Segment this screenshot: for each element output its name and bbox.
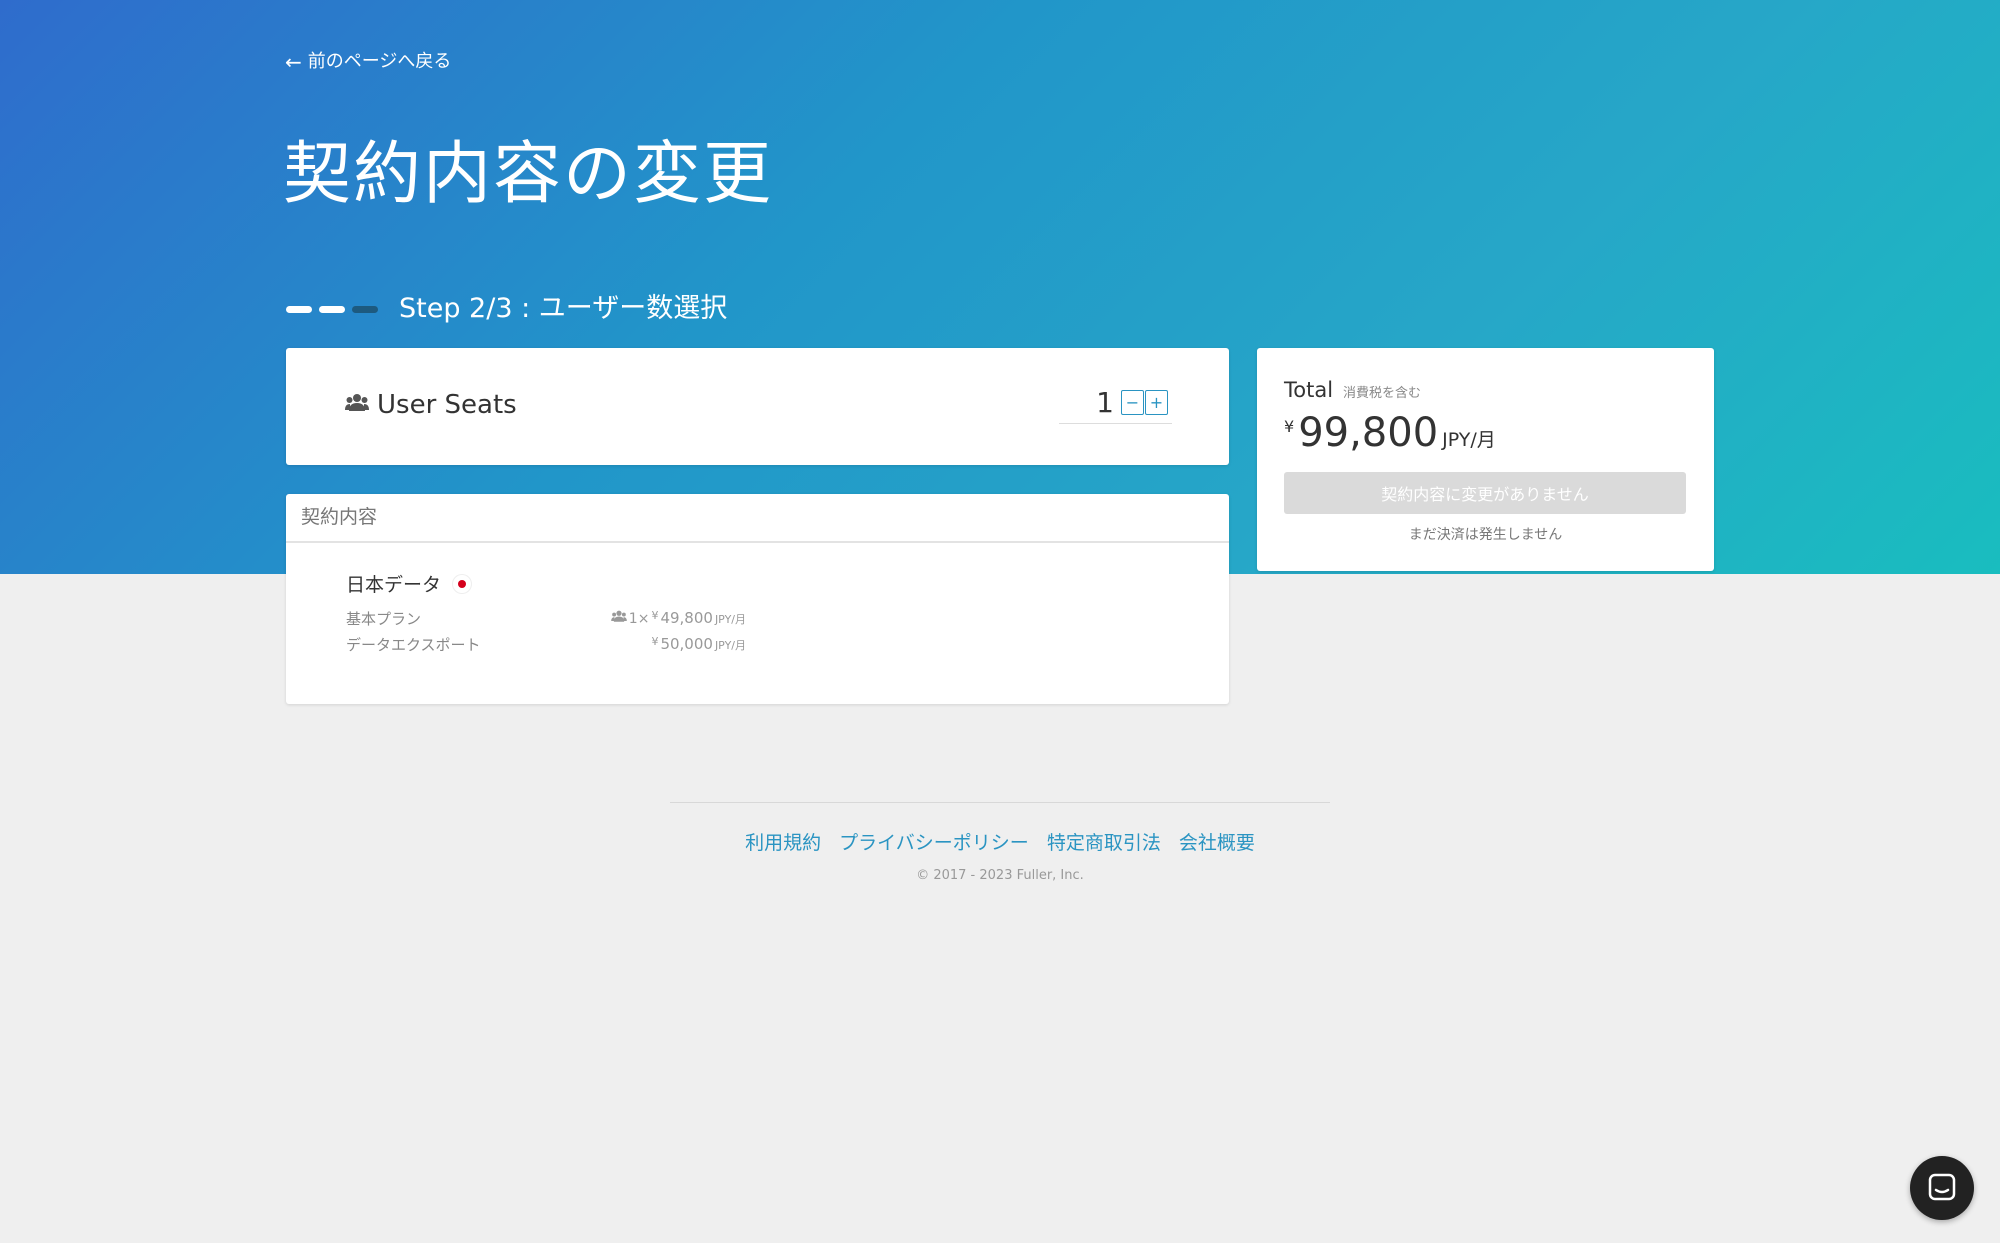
contract-header: 契約内容 xyxy=(286,494,1229,543)
increase-seats-button[interactable]: + xyxy=(1145,390,1168,415)
users-icon xyxy=(610,609,627,627)
line-item-count: 1× xyxy=(628,611,650,627)
step-dash-2 xyxy=(319,305,345,313)
chat-launcher-button[interactable] xyxy=(1910,1156,1974,1220)
page-title: 契約内容の変更 xyxy=(283,135,774,214)
footer-link-privacy[interactable]: プライバシーポリシー xyxy=(839,832,1029,854)
chat-icon xyxy=(1927,1172,1957,1205)
copyright: © 2017 - 2023 Fuller, Inc. xyxy=(916,868,1084,883)
total-price: ¥ 99,800 JPY/月 xyxy=(1284,410,1496,456)
line-item-label: 基本プラン xyxy=(346,610,422,628)
line-item-price: ¥ 50,000 JPY/月 xyxy=(651,635,746,653)
line-item-unit: JPY/月 xyxy=(714,639,746,652)
back-link-label: 前のページへ戻る xyxy=(307,51,452,72)
total-heading: Total 消費税を含む xyxy=(1284,378,1421,402)
footer-links: 利用規約 プライバシーポリシー 特定商取引法 会社概要 xyxy=(0,828,2000,855)
line-item-price: 1× ¥ 49,800 JPY/月 xyxy=(610,609,746,627)
seats-value[interactable]: 1 xyxy=(1096,386,1114,419)
step-label: Step 2/3 : ユーザー数選択 xyxy=(399,293,728,324)
footer-link-terms[interactable]: 利用規約 xyxy=(745,832,821,854)
japan-flag-icon xyxy=(453,574,472,593)
total-unit: JPY/月 xyxy=(1442,429,1496,451)
users-icon xyxy=(345,390,369,420)
total-label: Total xyxy=(1284,378,1334,402)
confirm-change-button[interactable]: 契約内容に変更がありません xyxy=(1284,472,1686,514)
user-seats-card: User Seats 1 − + xyxy=(286,348,1229,465)
yen-sign: ¥ xyxy=(651,635,659,648)
line-item-amount: 49,800 xyxy=(660,609,713,627)
line-item-amount: 50,000 xyxy=(660,635,713,653)
footer-divider xyxy=(670,802,1330,803)
user-seats-label: User Seats xyxy=(345,390,517,420)
back-link[interactable]: ← 前のページへ戻る xyxy=(285,50,451,74)
line-item-label: データエクスポート xyxy=(346,636,481,654)
footer-link-commerce-law[interactable]: 特定商取引法 xyxy=(1047,832,1161,854)
tax-note: 消費税を含む xyxy=(1343,386,1422,401)
footer-link-company[interactable]: 会社概要 xyxy=(1179,832,1255,854)
decrease-seats-button[interactable]: − xyxy=(1121,390,1144,415)
yen-sign: ¥ xyxy=(651,609,659,622)
arrow-left-icon: ← xyxy=(285,50,302,74)
line-item-unit: JPY/月 xyxy=(714,613,746,626)
contract-card: 契約内容 日本データ 基本プラン 1× ¥ 49,800 JPY/月 データエク… xyxy=(286,494,1229,704)
total-card: Total 消費税を含む ¥ 99,800 JPY/月 契約内容に変更がありませ… xyxy=(1257,348,1714,571)
step-dash-1 xyxy=(286,305,312,313)
yen-sign: ¥ xyxy=(1284,417,1295,436)
seats-stepper: 1 − + xyxy=(1059,385,1172,424)
contract-name: 日本データ xyxy=(346,570,472,597)
no-payment-note: まだ決済は発生しません xyxy=(1408,527,1563,543)
total-amount: 99,800 xyxy=(1298,410,1439,456)
contract-name-text: 日本データ xyxy=(346,574,442,596)
step-dash-3 xyxy=(352,305,378,313)
step-indicator: Step 2/3 : ユーザー数選択 xyxy=(286,292,727,326)
user-seats-text: User Seats xyxy=(377,390,517,420)
